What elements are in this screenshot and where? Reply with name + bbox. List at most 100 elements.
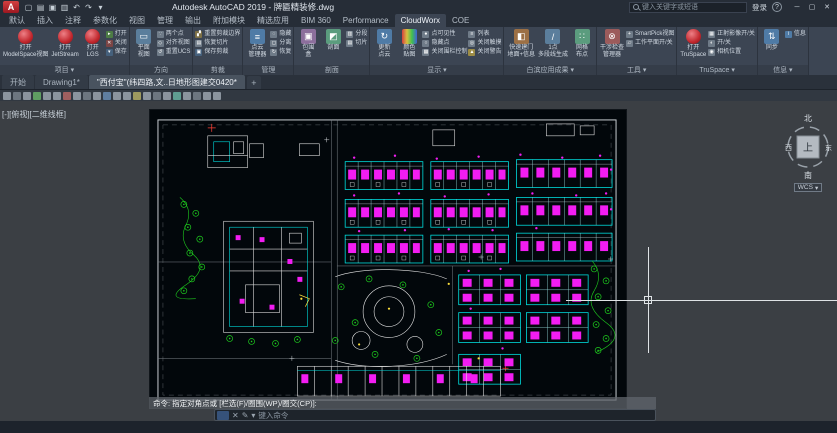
ribbon-panel-label[interactable]: 工具 ▾ (597, 65, 676, 75)
ribbon-panel-label[interactable]: 显示 ▾ (370, 65, 503, 75)
viewport-controls-label[interactable]: [-][俯视][二维线框] (2, 109, 66, 120)
ribbon-tab-附加模块[interactable]: 附加模块 (207, 14, 251, 27)
info-button[interactable]: i信息 (785, 30, 806, 38)
new-tab-button[interactable]: + (247, 76, 261, 89)
redo-icon[interactable]: ↷ (83, 2, 94, 13)
ribbon-panel-label[interactable]: 方向 (130, 65, 193, 75)
update-cloud-button[interactable]: ↻更新点云 (372, 29, 396, 65)
toolbar-icon[interactable] (23, 92, 31, 100)
toolbar-icon[interactable] (3, 92, 11, 100)
command-line[interactable]: ✕ ✎ ▾ 键入命令 (214, 409, 656, 421)
two-points-button[interactable]: ∵两个点 (157, 30, 191, 38)
colormap-button[interactable]: 颜色贴图 (397, 29, 421, 65)
toolbar-icon[interactable] (33, 92, 41, 100)
cloud-manager-button[interactable]: ≡点云管理器 (245, 29, 269, 65)
toolbar-icon[interactable] (73, 92, 81, 100)
toolbar-icon[interactable] (13, 92, 21, 100)
ribbon-tab-CloudWorx[interactable]: CloudWorx (395, 14, 446, 27)
ribbon-tab-参数化[interactable]: 参数化 (87, 14, 123, 27)
undo-icon[interactable]: ↶ (71, 2, 82, 13)
toolbar-icon[interactable] (93, 92, 101, 100)
restore-cloud-button[interactable]: ↻恢复 (270, 48, 291, 56)
ribbon-tab-视图[interactable]: 视图 (123, 14, 151, 27)
open-jetstream-button[interactable]: 打开JetStream (50, 29, 79, 65)
save-clip-button[interactable]: ▣保存剪裁 (195, 48, 240, 56)
toolbar-icon[interactable] (173, 92, 181, 100)
onoff-toggle-button[interactable]: ◐开/关 (708, 39, 755, 47)
drawing-canvas[interactable] (149, 109, 627, 409)
ribbon-tab-注释[interactable]: 注释 (59, 14, 87, 27)
customize-icon[interactable]: ✎ (242, 411, 249, 420)
align-view-button[interactable]: ◇对齐视图 (157, 39, 191, 47)
ribbon-panel-label[interactable]: 管理 (243, 65, 293, 75)
project-close-button[interactable]: ✕关闭 (106, 39, 127, 47)
open-lgs-button[interactable]: 打开LGS (81, 29, 105, 65)
project-open-button[interactable]: ▸打开 (106, 30, 127, 38)
wcs-dropdown[interactable]: WCS ▾ (794, 183, 822, 192)
toolbar-icon[interactable] (123, 92, 131, 100)
viewcube-face[interactable]: 上 西 东 (782, 124, 834, 170)
doc-tab[interactable]: Drawing1* (35, 75, 88, 89)
ribbon-panel-label[interactable]: 白滨应用成果 ▾ (504, 65, 596, 75)
toolbar-icon[interactable] (153, 92, 161, 100)
ribbon-tab-输出[interactable]: 输出 (179, 14, 207, 27)
viewcube-top-label[interactable]: 上 (803, 142, 813, 154)
save-icon[interactable]: ▣ (47, 2, 58, 13)
ribbon-panel-label[interactable]: 剪裁 (193, 65, 242, 75)
restore-slice-button[interactable]: ▤恢复切片 (195, 39, 240, 47)
hide-points-button[interactable]: ○隐藏点 (422, 39, 467, 47)
interference-check-button[interactable]: ⊗干涉检查管理器 (599, 29, 625, 65)
ribbon-panel-label[interactable]: TruSpace ▾ (677, 65, 756, 75)
detach-cloud-button[interactable]: ◻分离 (270, 39, 291, 47)
smartpick-view-button[interactable]: +SmartPick视图 (626, 30, 674, 38)
ribbon-tab-默认[interactable]: 默认 (3, 14, 31, 27)
close-button[interactable]: ✕ (820, 1, 834, 13)
toolbar-icon[interactable] (113, 92, 121, 100)
restore-button[interactable]: ▢ (805, 1, 819, 13)
reset-clip-button[interactable]: ▞重置剪裁边界 (195, 30, 240, 38)
viewcube-west-label[interactable]: 西 (785, 144, 792, 152)
toolbar-icon[interactable] (83, 92, 91, 100)
bounding-box-button[interactable]: ▣包围盒 (296, 29, 320, 65)
toolbar-icon[interactable] (213, 92, 221, 100)
fence-control-button[interactable]: ▦关闭围栏控制 (422, 48, 467, 56)
section-button[interactable]: ◩剖面 (321, 29, 345, 65)
signin-button[interactable]: 登录 (752, 2, 767, 13)
ribbon-panel-label[interactable]: 信息 ▾ (758, 65, 808, 75)
chevron-down-icon[interactable]: ▾ (251, 411, 255, 420)
toolbar-icon[interactable] (203, 92, 211, 100)
reset-ucs-button[interactable]: ↺重置UCS (157, 48, 191, 56)
open-modelspace-button[interactable]: 打开ModelSpace视图 (2, 29, 49, 65)
quick-door-button[interactable]: ◧快速建门地面+信息 (506, 29, 536, 65)
list-button[interactable]: ≡列表 (468, 30, 501, 38)
toolbar-icon[interactable] (163, 92, 171, 100)
ortho-image-toggle-button[interactable]: ▦正射影像开/关 (708, 30, 755, 38)
point-visibility-button[interactable]: ●点可见性 (422, 30, 467, 38)
new-file-icon[interactable]: ▢ (23, 2, 34, 13)
toolbar-icon[interactable] (43, 92, 51, 100)
toolbar-icon[interactable] (53, 92, 61, 100)
help-icon[interactable]: ? (772, 2, 782, 12)
application-menu-button[interactable]: A (3, 1, 19, 13)
viewcube-east-label[interactable]: 东 (825, 143, 832, 152)
toolbar-icon[interactable] (183, 92, 191, 100)
ribbon-tab-Performance[interactable]: Performance (337, 14, 395, 27)
qat-dropdown-icon[interactable]: ▾ (95, 2, 106, 13)
grid-points-button[interactable]: ∷网格布点 (570, 29, 594, 65)
plane-view-button[interactable]: ▭平面视图 (132, 29, 156, 65)
polyline-generate-button[interactable]: /1点多段线生成 (537, 29, 569, 65)
project-save-button[interactable]: ▾保存 (106, 48, 127, 56)
open-file-icon[interactable]: ▤ (35, 2, 46, 13)
camera-position-button[interactable]: ◉相机位置 (708, 48, 755, 56)
ribbon-tab-插入[interactable]: 插入 (31, 14, 59, 27)
ribbon-tab-BIM 360[interactable]: BIM 360 (295, 14, 337, 27)
open-truspace-button[interactable]: 打开TruSpace (679, 29, 707, 65)
hide-cloud-button[interactable]: ◌隐藏 (270, 30, 291, 38)
ribbon-tab-COE[interactable]: COE (446, 14, 475, 27)
search-input[interactable]: 键入关键字或短语 (629, 2, 747, 13)
viewcube-south-label[interactable]: 南 (804, 170, 812, 181)
command-input[interactable]: 键入命令 (258, 410, 653, 421)
print-icon[interactable]: ▥ (59, 2, 70, 13)
slice-button[interactable]: ▤切片 (346, 39, 367, 47)
warning-toggle-button[interactable]: ▲关闭警告 (468, 48, 501, 56)
